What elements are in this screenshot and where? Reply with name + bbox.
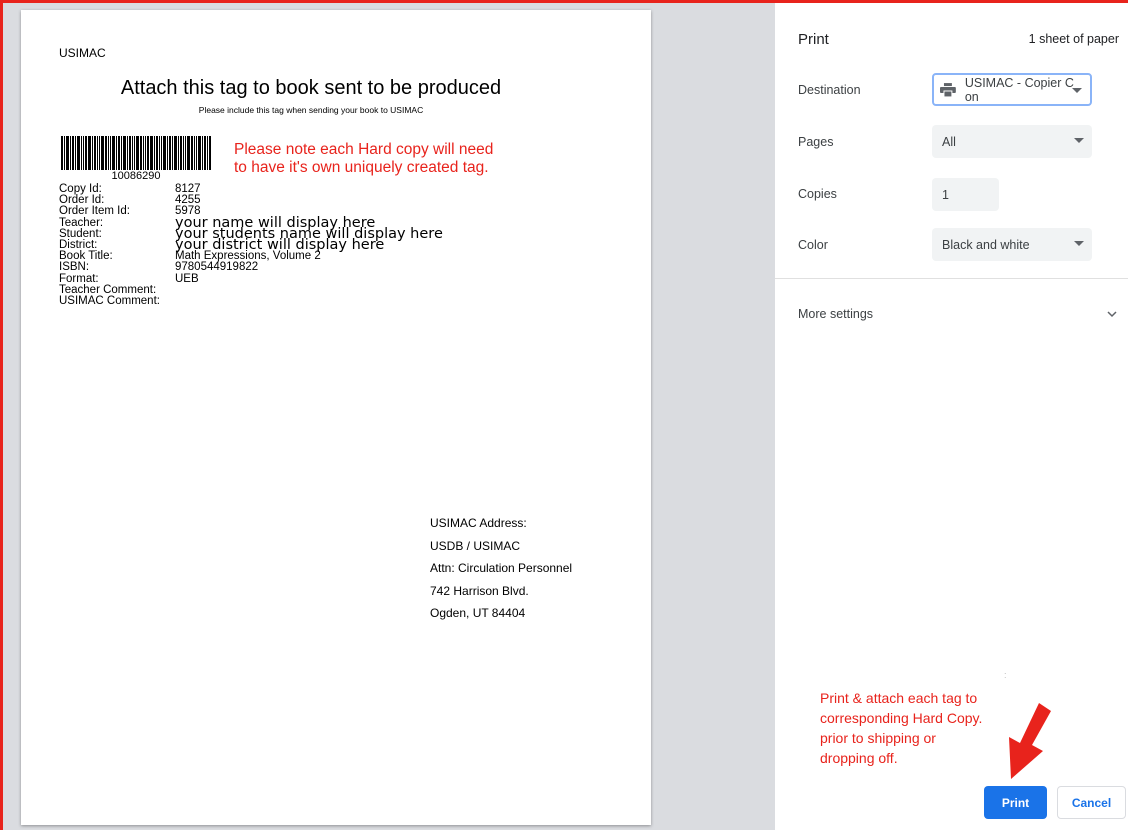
field-row: USIMAC Comment: xyxy=(59,295,443,308)
more-settings-label: More settings xyxy=(798,307,874,321)
annotation-line: Print & attach each tag to xyxy=(820,690,978,706)
divider xyxy=(775,278,1128,279)
field-value: 9780544919822 xyxy=(175,261,259,274)
destination-label: Destination xyxy=(798,83,861,97)
address-line: Ogden, UT 84404 xyxy=(430,606,526,620)
org-name: USIMAC xyxy=(59,46,106,60)
print-button[interactable]: Print xyxy=(984,786,1047,819)
tag-fields: Copy Id: 8127 Order Id: 4255 Order Item Id… xyxy=(59,183,443,308)
destination-select[interactable]: USIMAC - Copier C on xyxy=(932,73,1092,106)
annotation-note-top-line1: Please note each Hard copy will need xyxy=(234,141,494,158)
print-settings-panel: Print 1 sheet of paper Destination USIMA… xyxy=(775,3,1128,830)
barcode-number: 10086290 xyxy=(111,170,161,182)
field-label: Order Item Id: xyxy=(59,205,130,218)
preview-page: USIMAC Attach this tag to book sent to b… xyxy=(21,10,651,825)
field-value: UEB xyxy=(175,272,199,285)
print-preview-area: USIMAC Attach this tag to book sent to b… xyxy=(3,3,775,830)
red-arrow-icon xyxy=(1009,703,1051,779)
annotation-line: dropping off. xyxy=(820,750,898,766)
annotation-line: prior to shipping or xyxy=(820,730,936,746)
chevron-down-icon xyxy=(1074,241,1084,246)
pages-value: All xyxy=(942,134,956,149)
mailing-address: USIMAC Address: USDB / USIMAC Attn: Circ… xyxy=(430,512,572,625)
cancel-button[interactable]: Cancel xyxy=(1057,786,1126,819)
field-label: USIMAC Comment: xyxy=(59,295,160,308)
color-select[interactable]: Black and white xyxy=(932,228,1092,261)
annotation-line: corresponding Hard Copy. xyxy=(820,710,983,726)
annotation-note-top: Please note each Hard copy will need to … xyxy=(234,141,493,177)
print-dialog-title: Print xyxy=(798,31,829,48)
address-line: USIMAC Address: xyxy=(430,516,527,530)
field-label: ISBN: xyxy=(59,261,90,274)
barcode xyxy=(61,136,211,170)
copies-label: Copies xyxy=(798,187,837,201)
annotation-note-top-line2: to have it's own uniquely created tag. xyxy=(234,159,489,176)
color-label: Color xyxy=(798,238,828,252)
page-title: Attach this tag to book sent to be produ… xyxy=(120,77,502,99)
copies-input[interactable]: 1 xyxy=(932,178,999,211)
address-line: USDB / USIMAC xyxy=(430,538,521,553)
divider-dot: : xyxy=(1004,670,1007,680)
field-row: Copy Id: 8127 xyxy=(59,183,443,195)
chevron-down-icon xyxy=(1072,88,1082,93)
chevron-down-icon xyxy=(1107,311,1117,318)
annotation-note-bottom: Print & attach each tag to corresponding… xyxy=(820,688,982,768)
more-settings-toggle[interactable]: More settings xyxy=(798,307,1118,321)
pages-label: Pages xyxy=(798,135,834,149)
address-line: 742 Harrison Blvd. xyxy=(430,583,529,598)
address-line: Attn: Circulation Personnel xyxy=(430,561,573,575)
sheet-count: 1 sheet of paper xyxy=(1028,32,1119,46)
color-value: Black and white xyxy=(942,237,1030,252)
chevron-down-icon xyxy=(1074,138,1084,143)
field-row: ISBN: 9780544919822 xyxy=(59,261,443,274)
pages-select[interactable]: All xyxy=(932,125,1092,158)
printer-icon xyxy=(940,82,956,97)
page-subtitle: Please include this tag when sending you… xyxy=(198,105,424,115)
